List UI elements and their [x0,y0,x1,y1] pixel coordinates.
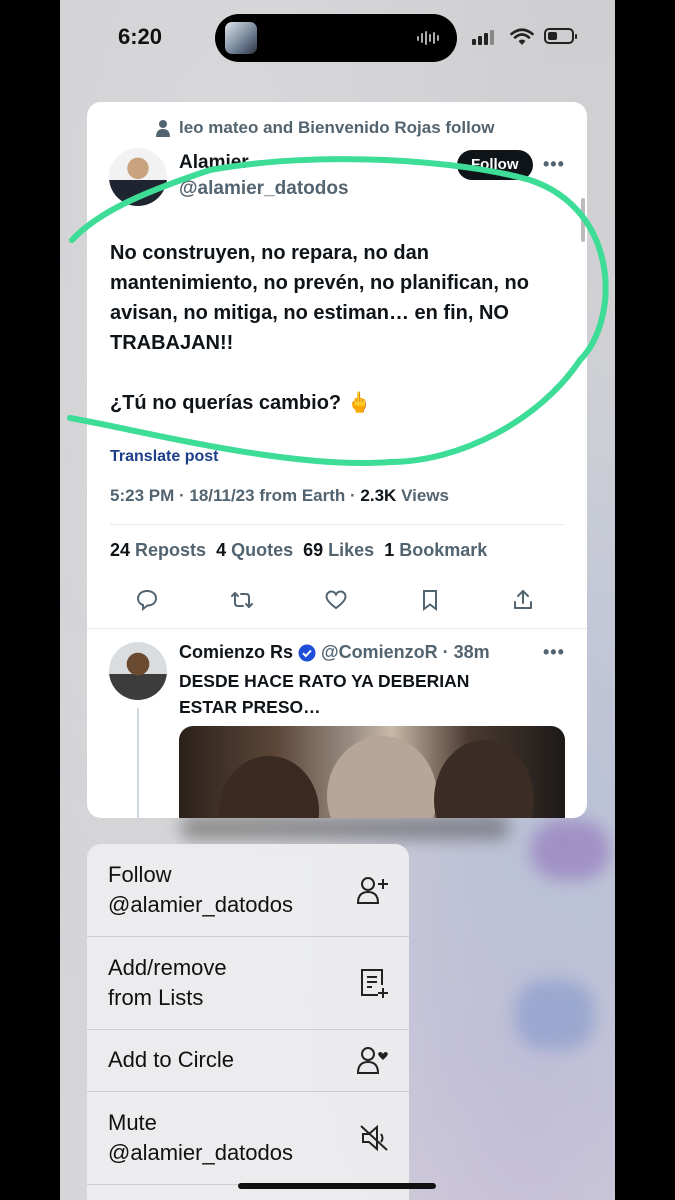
separator-dot: · [442,642,449,662]
menu-item-lists[interactable]: Add/remove from Lists [87,937,409,1030]
reply-avatar[interactable] [109,642,167,700]
mute-icon [360,1124,388,1152]
tweet-time: 5:23 PM [110,486,175,505]
thread-line [137,708,139,818]
translate-post-link[interactable]: Translate post [110,448,218,466]
social-context-text: leo mateo and Bienvenido Rojas follow [179,118,495,137]
author-name[interactable]: Alamier [179,152,249,174]
reply-handle[interactable]: @ComienzoR [321,642,438,663]
status-time: 6:20 [118,24,163,49]
photo-face [219,756,319,818]
scrollbar[interactable] [581,198,585,242]
cellular-signal-icon [472,30,494,45]
now-playing-thumbnail [225,22,257,54]
author-handle[interactable]: @alamier_datodos [179,178,349,200]
reply-more-options-icon[interactable]: ••• [543,642,565,663]
social-context: leo mateo and Bienvenido Rojas follow [155,118,495,138]
tweet-text: No construyen, no repara, no dan manteni… [110,242,529,414]
reply-author-name[interactable]: Comienzo Rs [179,642,293,663]
reply-text: DESDE HACE RATO YA DEBERIAN ESTAR PRESO… [179,671,470,717]
circle-icon [357,1047,388,1074]
phone-screen: 6:20 leo mateo and Bienvenido Rojas foll… [60,0,615,1200]
tweet-card[interactable]: leo mateo and Bienvenido Rojas follow Al… [87,102,587,818]
wifi-icon [510,28,534,45]
audio-wave-icon [417,31,439,45]
share-icon[interactable] [511,588,535,612]
reply-header: Comienzo Rs @ComienzoR · 38m [179,642,490,663]
reply-media-image[interactable] [179,726,565,818]
context-menu: Follow @alamier_datodos Add/remove from … [87,844,409,1200]
tweet-actions [135,588,535,612]
battery-level [548,32,557,40]
follow-icon [357,877,388,904]
background-blur [515,980,595,1050]
home-indicator[interactable] [238,1183,436,1189]
quotes-stat[interactable]: 4 Quotes [216,540,293,561]
likes-stat[interactable]: 69 Likes [303,540,374,561]
tweet-meta: 5:23 PM · 18/11/23 from Earth · 2.3K Vie… [110,486,449,505]
bookmark-icon[interactable] [418,588,442,612]
bookmarks-stat[interactable]: 1 Bookmark [384,540,487,561]
avatar[interactable] [109,148,167,206]
menu-item-circle[interactable]: Add to Circle [87,1030,409,1092]
divider [110,524,565,525]
divider [87,628,587,629]
menu-item-label: Add/remove from Lists [108,955,227,1010]
like-icon[interactable] [324,588,348,612]
tweet-source: from Earth [259,486,346,505]
dynamic-island[interactable] [215,14,457,62]
reply-icon[interactable] [135,588,159,612]
follow-button[interactable]: Follow [457,150,533,180]
background-blur [180,815,510,840]
background-blur [530,820,610,880]
reposts-stat[interactable]: 24 Reposts [110,540,206,561]
menu-item-mute[interactable]: Mute @alamier_datodos [87,1092,409,1185]
battery-icon [544,28,577,44]
menu-item-label: Add to Circle [108,1047,234,1072]
reply-time: 38m [453,642,490,662]
views-label: Views [401,486,449,505]
photo-face [434,740,534,818]
tweet-date: 18/11/23 [189,486,255,505]
repost-icon[interactable] [229,588,255,612]
photo-face [327,736,437,818]
list-add-icon [361,969,388,998]
verified-badge-icon [298,644,316,661]
person-icon [156,120,170,137]
menu-item-follow[interactable]: Follow @alamier_datodos [87,844,409,937]
tweet-stats: 24 Reposts 4 Quotes 69 Likes 1 Bookmark [110,540,487,561]
menu-item-label: Mute @alamier_datodos [108,1110,293,1165]
views-count: 2.3K [360,486,397,505]
more-options-icon[interactable]: ••• [543,154,565,175]
menu-item-label: Follow @alamier_datodos [108,862,293,917]
